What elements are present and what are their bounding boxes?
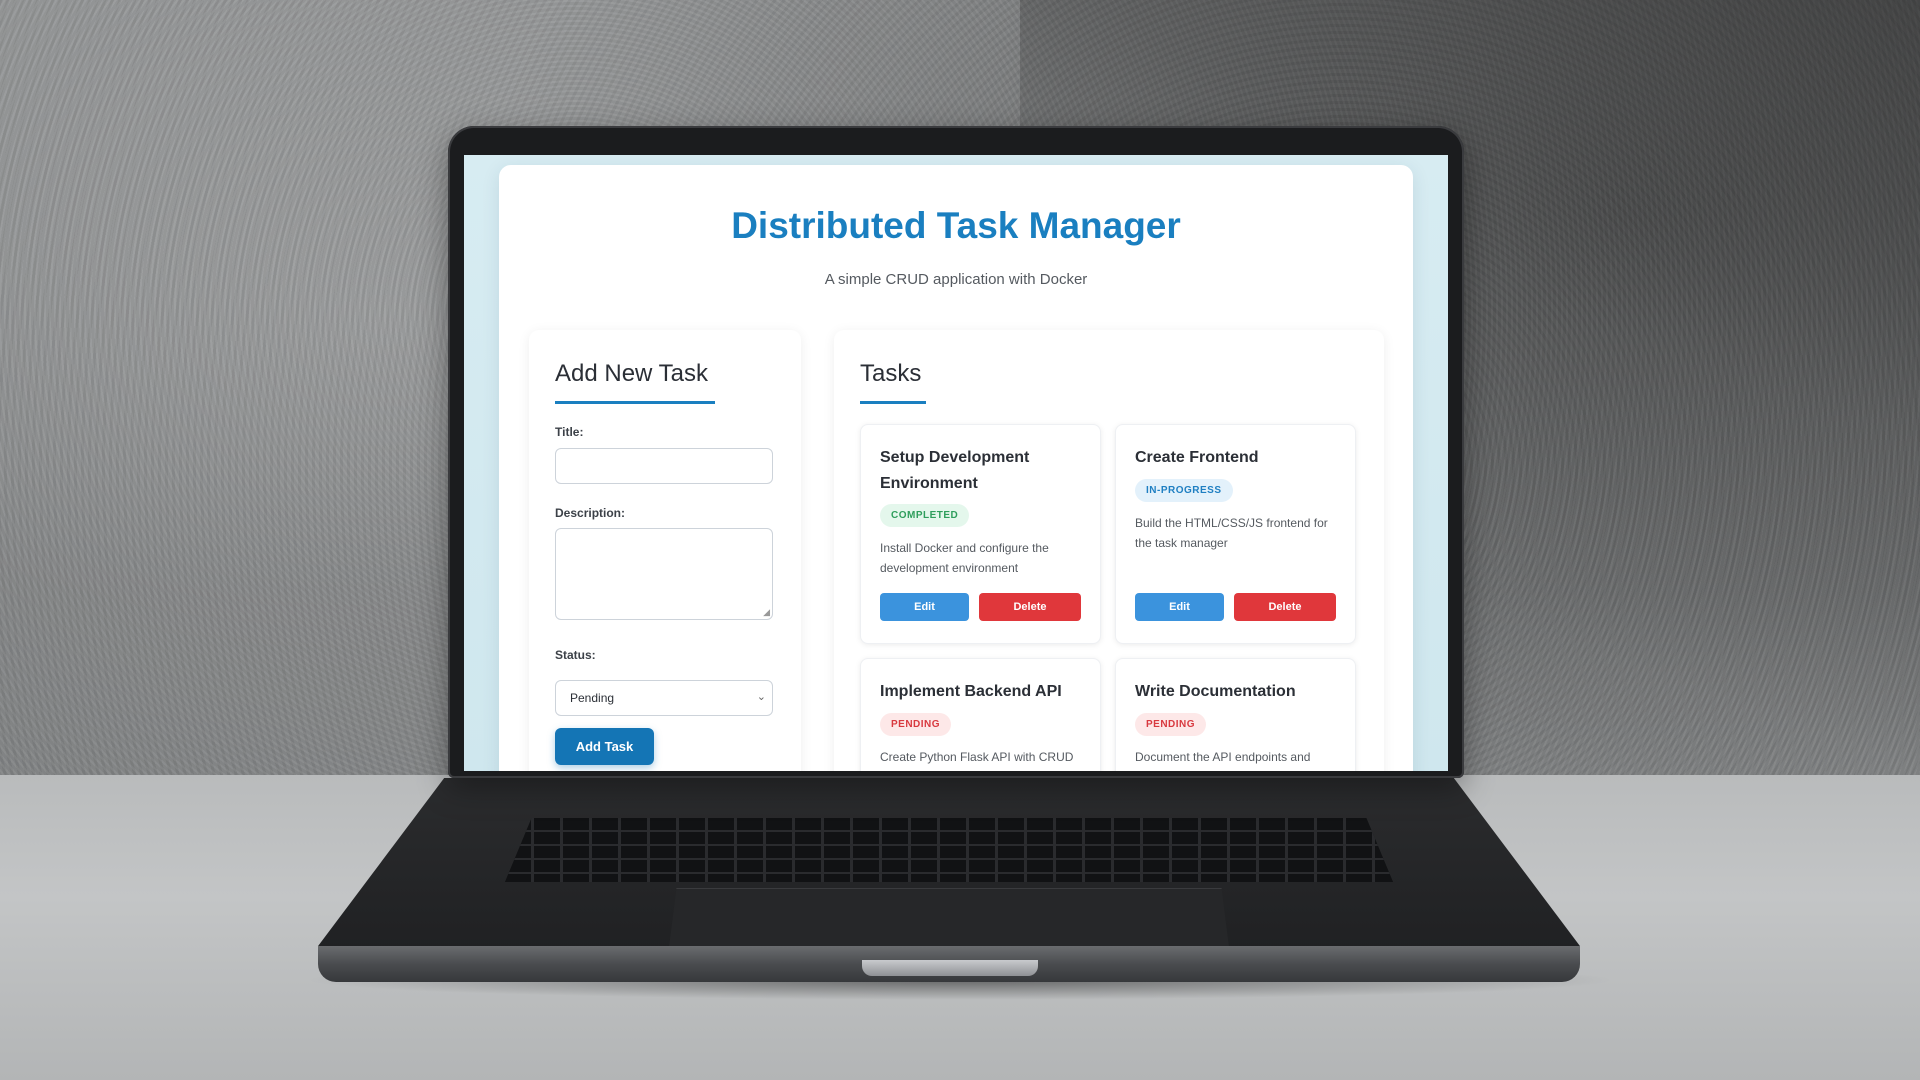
status-select[interactable]: Pending ⌄ (555, 680, 773, 716)
task-card: Implement Backend API PENDING Create Pyt… (860, 658, 1101, 771)
delete-button[interactable]: Delete (1234, 593, 1336, 621)
description-label: Description: (555, 506, 626, 520)
resize-grip-icon[interactable]: ◢ (763, 607, 770, 618)
status-badge: COMPLETED (880, 504, 970, 527)
chevron-down-icon: ⌄ (756, 691, 766, 703)
status-label: Status: (555, 648, 596, 662)
task-description: Install Docker and configure the develop… (880, 541, 1049, 575)
title-input[interactable] (555, 448, 773, 484)
laptop-trackpad (668, 888, 1230, 955)
delete-button[interactable]: Delete (979, 593, 1081, 621)
edit-button[interactable]: Edit (1135, 593, 1224, 621)
task-title: Implement Backend API (880, 683, 1062, 700)
edit-button[interactable]: Edit (880, 593, 969, 621)
keyboard-rows (505, 818, 1393, 882)
task-card: Create Frontend IN-PROGRESS Build the HT… (1115, 424, 1356, 644)
status-badge: PENDING (880, 713, 952, 736)
add-task-button[interactable]: Add Task (555, 728, 654, 765)
status-badge: PENDING (1135, 713, 1207, 736)
title-label: Title: (555, 425, 584, 439)
add-task-heading: Add New Task (555, 360, 708, 387)
task-title: Create Frontend (1135, 449, 1259, 466)
tasks-heading: Tasks (860, 360, 922, 387)
task-card: Setup Development Environment COMPLETED … (860, 424, 1101, 644)
laptop-screen: Distributed Task Manager A simple CRUD a… (464, 155, 1448, 771)
task-description: Document the API endpoints and (1135, 750, 1311, 764)
heading-underline (555, 401, 715, 404)
heading-underline (860, 401, 926, 404)
tasks-panel: Tasks Setup Development Environment COMP… (834, 330, 1384, 771)
status-selected-value: Pending (570, 691, 615, 705)
photo-scene: Distributed Task Manager A simple CRUD a… (0, 0, 1920, 1080)
task-title: Setup Development Environment (880, 449, 1030, 492)
page-subtitle: A simple CRUD application with Docker (824, 271, 1088, 288)
task-description: Create Python Flask API with CRUD (880, 750, 1074, 764)
task-description: Build the HTML/CSS/JS frontend for the t… (1135, 516, 1328, 550)
task-card: Write Documentation PENDING Document the… (1115, 658, 1356, 771)
description-textarea[interactable]: ◢ (555, 528, 773, 620)
task-title: Write Documentation (1135, 683, 1296, 700)
app-container: Distributed Task Manager A simple CRUD a… (499, 165, 1413, 771)
laptop-notch (862, 960, 1038, 976)
add-task-panel: Add New Task Title: Description: ◢ Statu… (529, 330, 801, 771)
status-badge: IN-PROGRESS (1135, 479, 1233, 502)
page-title: Distributed Task Manager (731, 205, 1181, 246)
